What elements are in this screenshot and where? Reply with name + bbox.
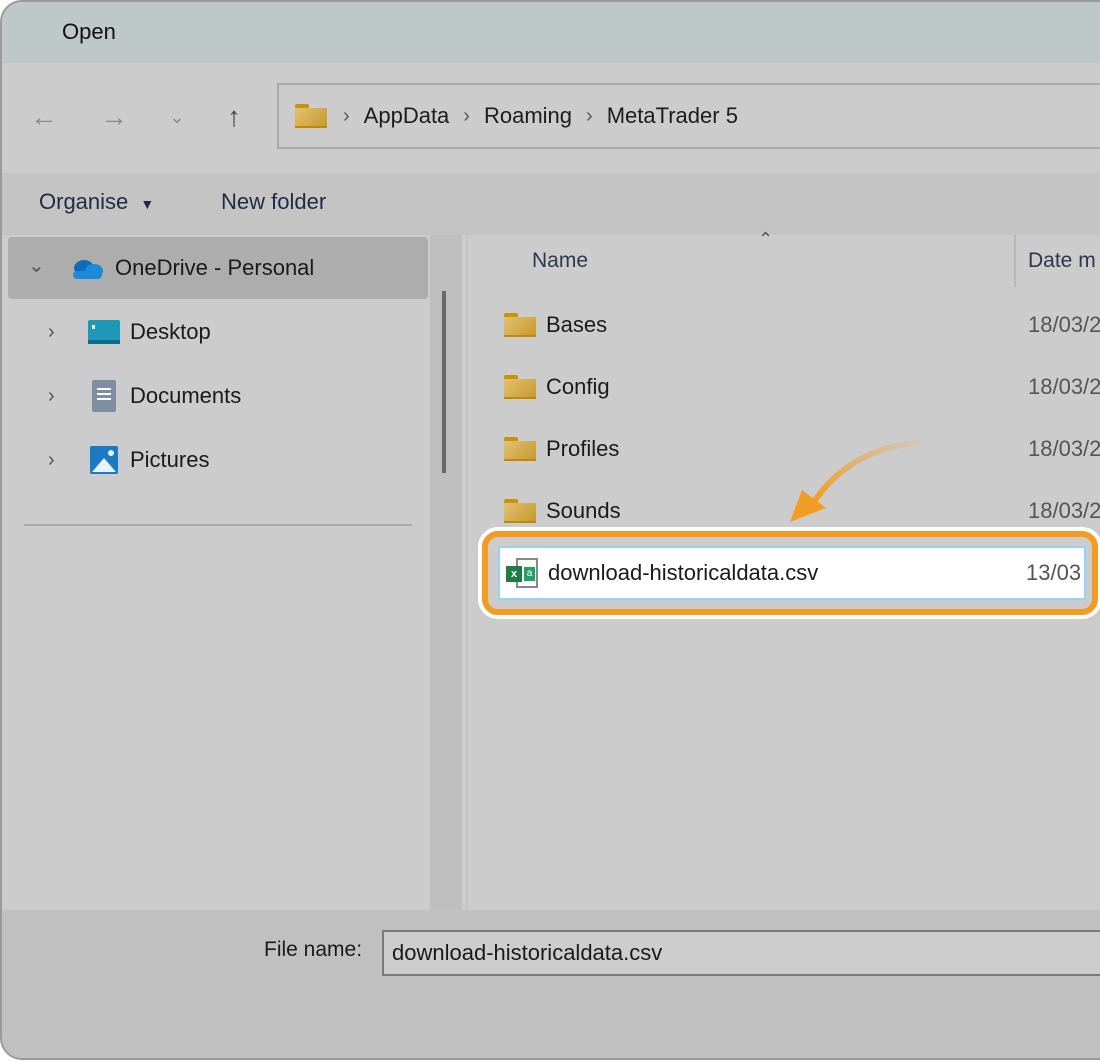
forward-button[interactable]: → [94, 97, 134, 137]
scrollbar-thumb[interactable] [442, 291, 446, 473]
caret-down-icon: ▼ [140, 196, 155, 212]
back-button[interactable]: ← [24, 97, 64, 137]
sidebar-label: Pictures [130, 447, 210, 472]
desktop-icon [88, 320, 120, 344]
excel-csv-file-icon: xa [506, 558, 540, 588]
list-item[interactable]: Config 18/03/2 [504, 362, 1100, 412]
sidebar-label: Documents [130, 383, 242, 408]
sidebar-label: Desktop [130, 319, 211, 344]
up-button[interactable]: ↑ [214, 97, 254, 137]
command-bar: Organise ▼ New folder [2, 173, 1100, 235]
item-name: Config [546, 374, 610, 399]
item-name: download-historicaldata.csv [548, 560, 819, 585]
file-name-input[interactable] [382, 930, 1100, 976]
breadcrumb-roaming[interactable]: Roaming [484, 103, 572, 129]
folder-icon [504, 437, 536, 461]
chevron-down-icon: ⌄ [169, 106, 185, 127]
address-bar[interactable]: › AppData › Roaming › MetaTrader 5 [277, 83, 1100, 149]
list-item[interactable]: Bases 18/03/2 [504, 300, 1100, 350]
chevron-right-icon[interactable]: › [48, 449, 55, 472]
chevron-right-icon[interactable]: › [48, 385, 55, 408]
sort-ascending-icon: ⌃ [758, 229, 774, 249]
arrow-right-icon: → [100, 101, 128, 132]
organise-label: Organise [39, 189, 129, 214]
item-name: Profiles [546, 436, 620, 461]
breadcrumb-separator: › [586, 104, 593, 127]
sidebar-item-desktop[interactable]: › Desktop [8, 301, 428, 363]
recent-locations-button[interactable]: ⌄ [157, 97, 197, 137]
sidebar-divider [24, 524, 412, 526]
sidebar-label: OneDrive - Personal [115, 255, 315, 280]
folder-icon [504, 499, 536, 523]
new-folder-button[interactable]: New folder [221, 189, 326, 215]
sidebar-item-pictures[interactable]: › Pictures [8, 429, 428, 491]
organise-button[interactable]: Organise ▼ [39, 189, 154, 215]
onedrive-cloud-icon [73, 260, 103, 279]
list-item-selected[interactable]: xa download-historicaldata.csv 13/03 [498, 546, 1086, 600]
breadcrumb-separator: › [343, 104, 350, 127]
dialog-footer: File name: [2, 910, 1100, 1058]
navigation-pane: ⌄ OneDrive - Personal › Desktop › Docume… [2, 235, 430, 910]
breadcrumb-separator: › [463, 104, 470, 127]
item-date: 18/03/2 [1028, 312, 1100, 337]
dialog-title: Open [62, 19, 116, 44]
sidebar-scrollbar[interactable] [430, 235, 462, 910]
item-date: 18/03/2 [1028, 374, 1100, 399]
file-name-label: File name: [264, 938, 363, 961]
chevron-down-icon[interactable]: ⌄ [28, 253, 45, 278]
documents-icon [92, 380, 116, 412]
item-date: 18/03/2 [1028, 436, 1100, 461]
annotation-arrow-icon [790, 439, 921, 522]
sidebar-item-documents[interactable]: › Documents [8, 365, 428, 427]
column-header-date[interactable]: Date m [1028, 249, 1096, 273]
breadcrumb-appdata[interactable]: AppData [364, 103, 450, 129]
column-divider[interactable] [1014, 235, 1016, 287]
navigation-bar: ← → ⌄ ↑ › AppData › Roaming › MetaTrader… [2, 63, 1100, 173]
pictures-icon [90, 446, 118, 474]
chevron-right-icon[interactable]: › [48, 321, 55, 344]
arrow-up-icon: ↑ [227, 101, 241, 132]
folder-icon [295, 104, 327, 128]
sidebar-item-onedrive[interactable]: ⌄ OneDrive - Personal [8, 237, 428, 299]
folder-icon [504, 313, 536, 337]
open-file-dialog: Open ← → ⌄ ↑ › AppData › Roaming › MetaT… [0, 0, 1100, 1060]
title-bar: Open [2, 2, 1100, 63]
item-date: 18/03/2 [1028, 498, 1100, 523]
column-header-name[interactable]: Name [532, 249, 588, 273]
item-name: Bases [546, 312, 608, 337]
item-name: Sounds [546, 498, 621, 523]
item-date: 13/03 [1026, 560, 1082, 585]
folder-icon [504, 375, 536, 399]
breadcrumb-metatrader5[interactable]: MetaTrader 5 [607, 103, 738, 129]
arrow-left-icon: ← [30, 101, 58, 132]
